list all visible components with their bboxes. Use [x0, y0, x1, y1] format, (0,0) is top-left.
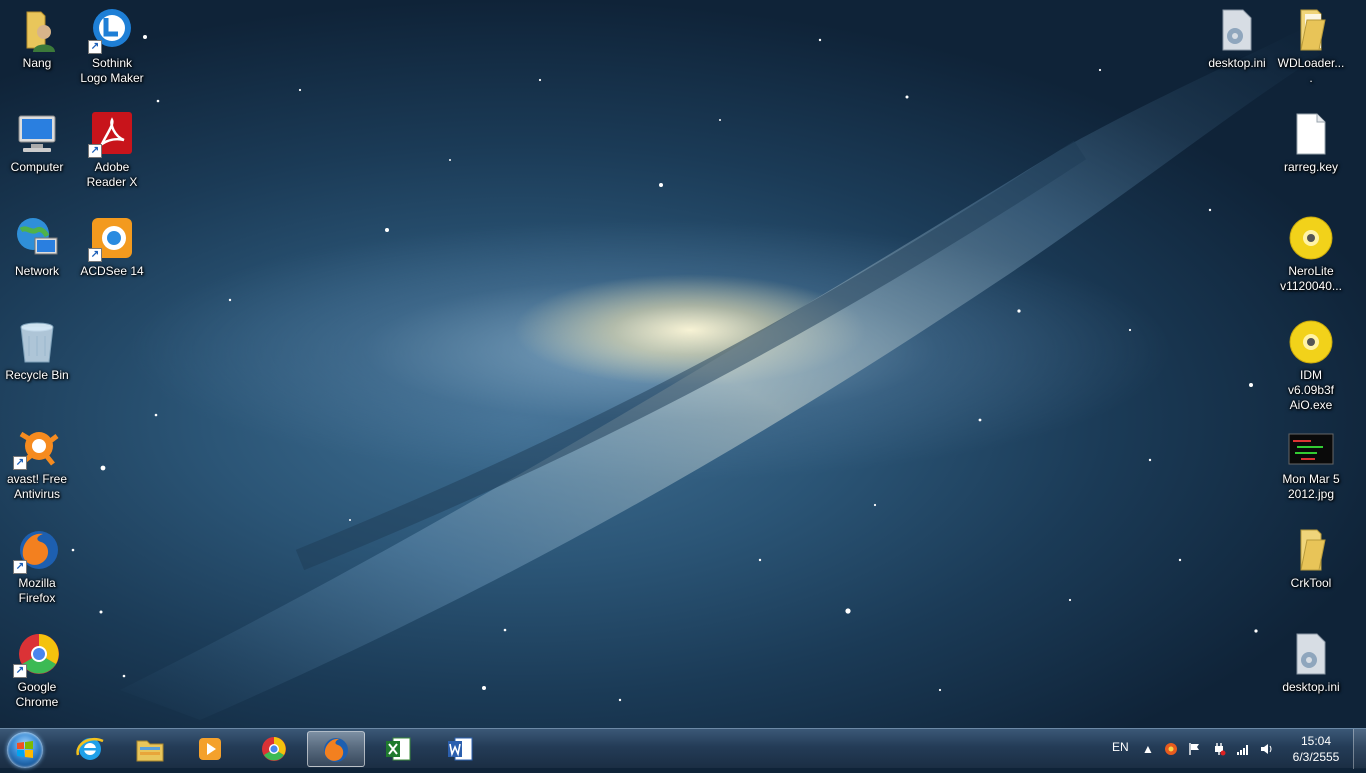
- tray-app-icon[interactable]: [1164, 742, 1178, 756]
- excel-icon: [386, 737, 411, 761]
- desktop-wallpaper: [71, 30, 1320, 720]
- desktop-icon-label: CrkTool: [1290, 576, 1332, 590]
- start-button[interactable]: [7, 732, 43, 768]
- sothink-logo-maker-icon: ↗: [88, 6, 136, 54]
- desktop-icon-acdsee[interactable]: ↗ ACDSee 14: [75, 210, 149, 279]
- internet-explorer-icon: [76, 738, 104, 760]
- desktop-icon-recycle-bin[interactable]: Recycle Bin: [0, 314, 74, 383]
- settings-file-icon: [1213, 6, 1261, 54]
- desktop-icon-label: rarreg.key: [1283, 160, 1339, 174]
- desktop-icon-label: Mozilla Firefox: [18, 576, 56, 605]
- desktop-icon-network[interactable]: Network: [0, 210, 74, 279]
- desktop-icon-nang[interactable]: Nang: [0, 2, 74, 71]
- desktop-icon-label: Sothink Logo Maker: [80, 56, 144, 85]
- media-player-icon: [199, 738, 221, 760]
- desktop-icon-sothink-logo-maker[interactable]: ↗ Sothink Logo Maker: [75, 2, 149, 86]
- folder-icon: [1287, 526, 1335, 574]
- shortcut-arrow-icon: ↗: [88, 248, 102, 262]
- desktop-icon-label: IDM v6.09b3f AiO.exe: [1287, 368, 1335, 412]
- user-folder-icon: [13, 6, 61, 54]
- volume-speaker-icon[interactable]: [1260, 742, 1274, 756]
- taskbar-media-player[interactable]: [182, 731, 240, 767]
- desktop-icon-adobe-reader[interactable]: ↗ Adobe Reader X: [75, 106, 149, 190]
- taskbar-word[interactable]: [432, 731, 490, 767]
- firefox-icon: [324, 738, 348, 762]
- acdsee-icon: ↗: [88, 214, 136, 262]
- desktop-icon-label: Google Chrome: [15, 680, 59, 709]
- network-icon: [13, 214, 61, 262]
- avast-icon: ↗: [13, 422, 61, 470]
- desktop-icon-rarreg-key[interactable]: rarreg.key: [1274, 106, 1348, 175]
- adobe-reader-icon: ↗: [88, 110, 136, 158]
- desktop-icon-label: NeroLite v1120040...: [1280, 264, 1342, 293]
- desktop-icon-mon-mar-5-jpg[interactable]: Mon Mar 5 2012.jpg: [1274, 418, 1348, 502]
- desktop-icon-label: Mon Mar 5 2012.jpg: [1282, 472, 1340, 501]
- desktop-icon-chrome[interactable]: ↗ Google Chrome: [0, 626, 74, 710]
- desktop-icon-nerolite[interactable]: NeroLite v1120040...: [1274, 210, 1348, 294]
- taskbar-chrome[interactable]: [246, 731, 304, 767]
- clock-time[interactable]: 15:04: [1296, 734, 1336, 748]
- desktop-icon-wdloader[interactable]: WDLoader....: [1274, 2, 1348, 86]
- folder-library-icon: [136, 740, 164, 762]
- chrome-icon: ↗: [13, 630, 61, 678]
- action-center-flag-icon[interactable]: [1188, 742, 1202, 756]
- desktop-icon-label: Nang: [22, 56, 52, 70]
- desktop-icon-label: Recycle Bin: [5, 368, 69, 382]
- desktop-icon-label: Network: [14, 264, 59, 278]
- desktop-icon-idm[interactable]: IDM v6.09b3f AiO.exe: [1274, 314, 1348, 413]
- chrome-icon: [262, 737, 286, 761]
- settings-file-icon: [1287, 630, 1335, 678]
- desktop-icon-label: ACDSee 14: [80, 264, 144, 278]
- desktop-icon-label: desktop.ini: [1208, 56, 1266, 70]
- shortcut-arrow-icon: ↗: [13, 664, 27, 678]
- taskbar-excel[interactable]: [370, 731, 428, 767]
- recycle-bin-icon: [13, 318, 61, 366]
- taskbar-file-explorer[interactable]: [122, 731, 180, 767]
- computer-icon: [13, 110, 61, 158]
- desktop-icon-firefox[interactable]: ↗ Mozilla Firefox: [0, 522, 74, 606]
- windows-logo-icon: [17, 741, 33, 758]
- desktop-icon-label: avast! Free Antivirus: [6, 472, 68, 501]
- desktop-icon-desktop-ini-bottom[interactable]: desktop.ini: [1274, 626, 1348, 695]
- taskbar: EN ▲ 15:04 6/3/2555: [0, 728, 1366, 769]
- clock-date[interactable]: 6/3/2555: [1290, 750, 1342, 764]
- shortcut-arrow-icon: ↗: [13, 456, 27, 470]
- word-icon: [448, 737, 473, 761]
- language-indicator[interactable]: EN: [1112, 740, 1129, 754]
- shortcut-arrow-icon: ↗: [88, 144, 102, 158]
- desktop-icon-label: Computer: [10, 160, 64, 174]
- desktop-icon-computer[interactable]: Computer: [0, 106, 74, 175]
- folder-icon: [1287, 6, 1335, 54]
- desktop-icon-desktop-ini-top[interactable]: desktop.ini: [1200, 2, 1274, 71]
- image-file-icon: [1287, 422, 1335, 470]
- desktop-icon-label: desktop.ini: [1282, 680, 1340, 694]
- show-hidden-icons-chevron-up-icon[interactable]: ▲: [1141, 742, 1155, 756]
- desktop-icon-label: WDLoader....: [1277, 56, 1345, 85]
- power-plug-icon[interactable]: [1212, 742, 1226, 756]
- show-desktop-button[interactable]: [1353, 729, 1366, 769]
- desktop-icon-crktool[interactable]: CrkTool: [1274, 522, 1348, 591]
- network-signal-icon[interactable]: [1236, 742, 1250, 756]
- blank-file-icon: [1287, 110, 1335, 158]
- desktop-icon-avast[interactable]: ↗ avast! Free Antivirus: [0, 418, 74, 502]
- taskbar-firefox[interactable]: [307, 731, 365, 767]
- firefox-icon: ↗: [13, 526, 61, 574]
- shortcut-arrow-icon: ↗: [13, 560, 27, 574]
- disc-image-icon: [1287, 318, 1335, 366]
- taskbar-internet-explorer[interactable]: [62, 731, 120, 767]
- shortcut-arrow-icon: ↗: [88, 40, 102, 54]
- desktop-icon-label: Adobe Reader X: [86, 160, 138, 189]
- disc-image-icon: [1287, 214, 1335, 262]
